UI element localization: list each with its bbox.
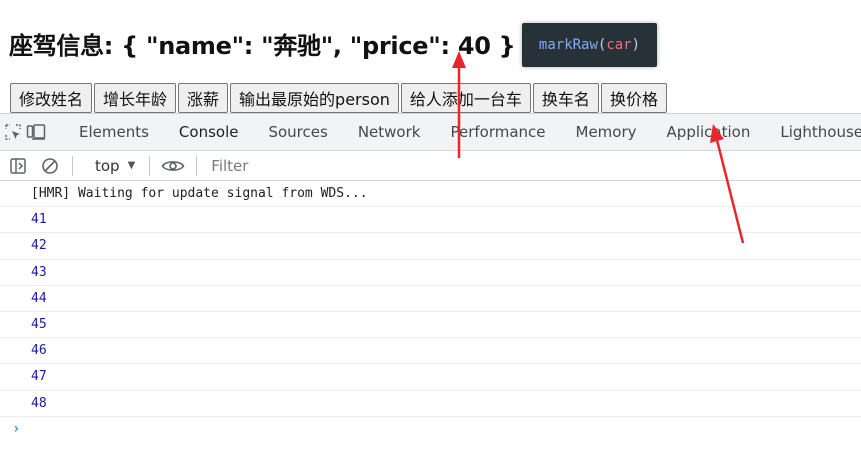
tab-elements[interactable]: Elements xyxy=(64,114,164,150)
console-line: 45 xyxy=(0,312,861,339)
sidebar-toggle-icon[interactable] xyxy=(4,152,32,180)
devtools-tabbar: Elements Console Sources Network Perform… xyxy=(0,114,861,151)
action-buttons: 修改姓名 增长年龄 涨薪 输出最原始的person 给人添加一台车 换车名 换价… xyxy=(10,83,667,113)
eye-icon[interactable] xyxy=(158,152,188,180)
increase-age-button[interactable]: 增长年龄 xyxy=(94,83,177,113)
console-prompt[interactable]: › xyxy=(0,417,861,441)
console-line: 43 xyxy=(0,260,861,286)
devtools-panel: Elements Console Sources Network Perform… xyxy=(0,113,861,455)
console-line: 41 xyxy=(0,207,861,234)
tab-memory[interactable]: Memory xyxy=(561,114,652,150)
toolbar-separator-3 xyxy=(196,155,198,176)
screenshot-root: 座驾信息: { "name": "奔驰", "price": 40 } mark… xyxy=(0,0,861,455)
tab-lighthouse[interactable]: Lighthouse xyxy=(765,114,861,150)
page-heading: 座驾信息: { "name": "奔驰", "price": 40 } xyxy=(9,26,516,61)
inspect-element-icon[interactable] xyxy=(4,118,22,146)
caret-down-icon: ▼ xyxy=(127,160,136,171)
clear-console-icon[interactable] xyxy=(36,152,64,180)
console-line: 44 xyxy=(0,286,861,312)
edit-name-button[interactable]: 修改姓名 xyxy=(10,83,93,113)
toolbar-separator xyxy=(72,155,73,176)
heading-price: 40 xyxy=(457,32,491,60)
heading-suffix: } xyxy=(490,32,516,60)
raise-salary-button[interactable]: 涨薪 xyxy=(178,83,229,113)
context-selector[interactable]: top ▼ xyxy=(89,157,141,175)
log-raw-person-button[interactable]: 输出最原始的person xyxy=(230,83,399,113)
console-output: [HMR] Waiting for update signal from WDS… xyxy=(0,181,861,441)
console-line: 47 xyxy=(0,364,861,391)
code-close: ) xyxy=(631,37,641,53)
console-line: [HMR] Waiting for update signal from WDS… xyxy=(0,181,861,208)
console-toolbar: top ▼ xyxy=(0,151,861,181)
tab-console[interactable]: Console xyxy=(163,114,254,150)
toolbar-separator-2 xyxy=(149,155,151,176)
context-label: top xyxy=(95,156,120,175)
tab-network[interactable]: Network xyxy=(343,114,436,150)
tab-performance[interactable]: Performance xyxy=(435,114,560,150)
code-fn: markRaw xyxy=(538,37,598,53)
heading-prefix: 座驾信息: { "name": "奔驰", "price": xyxy=(9,32,458,60)
change-car-name-button[interactable]: 换车名 xyxy=(532,83,599,113)
change-price-button[interactable]: 换价格 xyxy=(600,83,667,113)
device-toolbar-icon[interactable] xyxy=(26,118,46,146)
code-arg: car xyxy=(606,37,632,53)
markraw-code-badge: markRaw(car) xyxy=(522,23,657,67)
filter-input[interactable] xyxy=(207,154,838,177)
console-line: 42 xyxy=(0,233,861,260)
add-car-button[interactable]: 给人添加一台车 xyxy=(400,83,531,113)
console-line: 48 xyxy=(0,391,861,417)
console-line: 46 xyxy=(0,338,861,365)
tab-application[interactable]: Application xyxy=(652,114,766,150)
tab-sources[interactable]: Sources xyxy=(253,114,342,150)
